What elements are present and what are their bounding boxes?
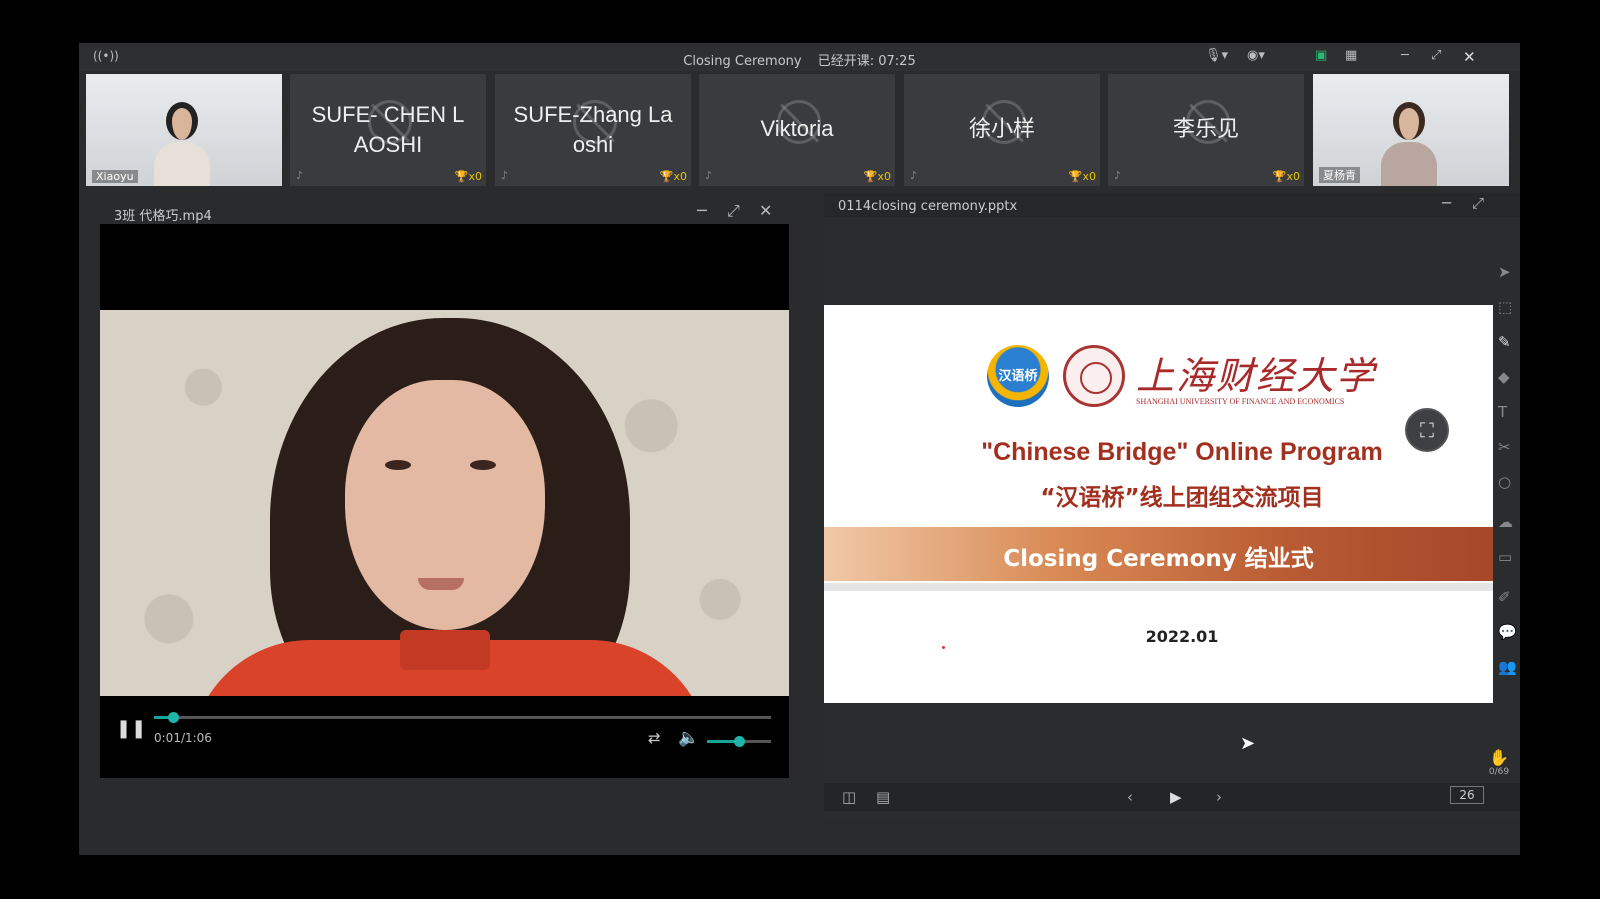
elapsed-time: 已经开课: 07:25 xyxy=(817,54,916,69)
microphone-icon[interactable]: 🎙▾ xyxy=(1205,48,1228,63)
seek-handle[interactable] xyxy=(167,712,179,723)
mic-icon: ♪ xyxy=(910,169,918,182)
participant-name: 徐小样 xyxy=(968,116,1035,141)
slide-title-cn: “汉语桥”线上团组交流项目 xyxy=(1040,485,1324,511)
participant-name: 李乐见 xyxy=(1172,116,1239,141)
fullscreen-icon[interactable]: ⤢ xyxy=(1472,194,1484,212)
mouse-cursor-icon: ➤ xyxy=(1240,733,1256,754)
volume-slider[interactable] xyxy=(707,736,771,747)
trophy-count: 🏆x0 xyxy=(1068,170,1096,183)
chat-icon[interactable]: 💬 xyxy=(1498,623,1517,641)
trophy-count: 🏆x0 xyxy=(454,170,482,183)
eraser-icon[interactable]: ◆ xyxy=(1498,368,1510,386)
video-controls: ❚❚ 0:01/1:06 ⇄ 🔈 xyxy=(100,698,789,778)
page-number[interactable]: 26 xyxy=(1450,786,1484,804)
slide-banner: Closing Ceremony 结业式 xyxy=(824,527,1493,581)
video-player-window: 3班 代格巧.mp4 ─ ⤢ ✕ ❚❚ 0:01/1:06 ⇄ 🔈 xyxy=(100,198,789,778)
close-icon[interactable]: ✕ xyxy=(759,201,772,220)
participant-tag: Xiaoyu xyxy=(92,170,138,183)
classroom-app-window: ((•)) Closing Ceremony 已经开课: 07:25 🎙▾ ◉▾… xyxy=(79,43,1520,855)
participant-name: SUFE- CHEN L AOSHI xyxy=(311,102,465,157)
university-name-en: SHANGHAI UNIVERSITY OF FINANCE AND ECONO… xyxy=(1136,397,1345,406)
users-icon[interactable]: 👥 xyxy=(1498,658,1517,676)
screen-share-icon[interactable]: ▣ xyxy=(1315,48,1327,63)
participant-tile[interactable]: SUFE-Zhang La oshi ♪ 🏆x0 xyxy=(495,74,691,186)
video-frame xyxy=(100,310,789,696)
video-window-header: 3班 代格巧.mp4 ─ ⤢ ✕ xyxy=(100,198,789,224)
window-title: Closing Ceremony xyxy=(683,54,802,69)
raise-hand-counter[interactable]: ✋ 0/69 xyxy=(1485,748,1513,777)
chinese-bridge-logo: 汉语桥 xyxy=(987,345,1049,407)
camera-icon[interactable]: ◉▾ xyxy=(1247,48,1265,63)
university-name-cn: 上海财经大学 xyxy=(1136,354,1377,398)
slide-title-en: "Chinese Bridge" Online Program xyxy=(981,438,1383,466)
slides-overview-icon[interactable]: ▤ xyxy=(876,788,890,806)
participant-tile[interactable]: 夏杨青 xyxy=(1313,74,1509,186)
shape-icon[interactable]: ○ xyxy=(1498,473,1511,491)
mic-icon: ♪ xyxy=(296,169,304,182)
participant-video xyxy=(1381,102,1437,186)
play-icon[interactable]: ▶ xyxy=(1170,788,1182,806)
volume-icon[interactable]: 🔈 xyxy=(678,728,699,748)
screenshot-icon[interactable]: ⛶ xyxy=(1405,408,1449,452)
presentation-footer: ◫ ▤ ‹ ▶ › 26 xyxy=(824,783,1520,811)
participant-name: Viktoria xyxy=(760,116,834,141)
slide-date: 2022.01 xyxy=(1145,627,1219,646)
presentation-header: 0114closing ceremony.pptx ─ ⤢ xyxy=(824,193,1520,217)
participant-tile[interactable]: 徐小样 ♪ 🏆x0 xyxy=(904,74,1100,186)
trophy-count: 🏆x0 xyxy=(659,170,687,183)
participant-tile[interactable]: 李乐见 ♪ 🏆x0 xyxy=(1108,74,1304,186)
grid-layout-icon[interactable]: ▦ xyxy=(1345,48,1357,63)
select-icon[interactable]: ⬚ xyxy=(1498,298,1512,316)
minimize-icon[interactable]: ─ xyxy=(1401,48,1409,63)
fullscreen-icon[interactable]: ⤢ xyxy=(727,201,740,221)
sidebar-toggle-icon[interactable]: ◫ xyxy=(842,788,856,806)
video-screen[interactable] xyxy=(100,224,789,778)
mic-icon: ♪ xyxy=(501,169,509,182)
trophy-count: 🏆x0 xyxy=(863,170,891,183)
close-icon[interactable]: ✕ xyxy=(1463,48,1476,66)
cloud-icon[interactable]: ☁ xyxy=(1498,513,1513,531)
participant-tile[interactable]: Xiaoyu xyxy=(86,74,282,186)
participant-tag: 夏杨青 xyxy=(1319,167,1360,183)
volume-handle[interactable] xyxy=(734,736,745,747)
trophy-count: 🏆x0 xyxy=(1272,170,1300,183)
participant-video xyxy=(154,102,210,186)
participant-name: SUFE-Zhang La oshi xyxy=(513,102,673,157)
scissors-icon[interactable]: ✂ xyxy=(1498,438,1511,456)
participant-tile[interactable]: SUFE- CHEN L AOSHI ♪ 🏆x0 xyxy=(290,74,486,186)
minimize-icon[interactable]: ─ xyxy=(1442,194,1451,212)
toolbox-icon[interactable]: ▭ xyxy=(1498,548,1512,566)
university-seal xyxy=(1063,345,1125,407)
mic-icon: ♪ xyxy=(705,169,713,182)
laser-pointer-dot xyxy=(942,646,945,649)
pause-icon[interactable]: ❚❚ xyxy=(116,718,146,739)
seek-bar[interactable] xyxy=(154,712,771,723)
participant-tile[interactable]: Viktoria ♪ 🏆x0 xyxy=(699,74,895,186)
fullscreen-icon[interactable]: ⤢ xyxy=(1431,48,1441,63)
video-filename: 3班 代格巧.mp4 xyxy=(114,209,212,224)
presentation-window: 0114closing ceremony.pptx ─ ⤢ 汉语桥 上海财经大学… xyxy=(824,193,1520,818)
loop-icon[interactable]: ⇄ xyxy=(648,729,661,747)
next-slide-icon[interactable]: › xyxy=(1216,788,1222,806)
annotation-toolbar: ➤ ⬚ ✎ ◆ T ✂ ○ ☁ ▭ ✐ 💬 👥 xyxy=(1493,253,1520,713)
edit-icon[interactable]: ✐ xyxy=(1498,588,1511,606)
title-bar: ((•)) Closing Ceremony 已经开课: 07:25 🎙▾ ◉▾… xyxy=(79,43,1520,71)
presentation-filename: 0114closing ceremony.pptx xyxy=(838,199,1018,214)
slide: 汉语桥 上海财经大学 SHANGHAI UNIVERSITY OF FINANC… xyxy=(824,305,1493,703)
pointer-icon[interactable]: ➤ xyxy=(1498,263,1511,281)
playback-time: 0:01/1:06 xyxy=(154,731,212,745)
pen-icon[interactable]: ✎ xyxy=(1498,333,1511,351)
text-icon[interactable]: T xyxy=(1498,403,1507,421)
mic-icon: ♪ xyxy=(1114,169,1122,182)
previous-slide-icon[interactable]: ‹ xyxy=(1127,788,1133,806)
minimize-icon[interactable]: ─ xyxy=(697,201,707,220)
participant-strip: Xiaoyu SUFE- CHEN L AOSHI ♪ 🏆x0 SUFE-Zha… xyxy=(86,74,1516,186)
